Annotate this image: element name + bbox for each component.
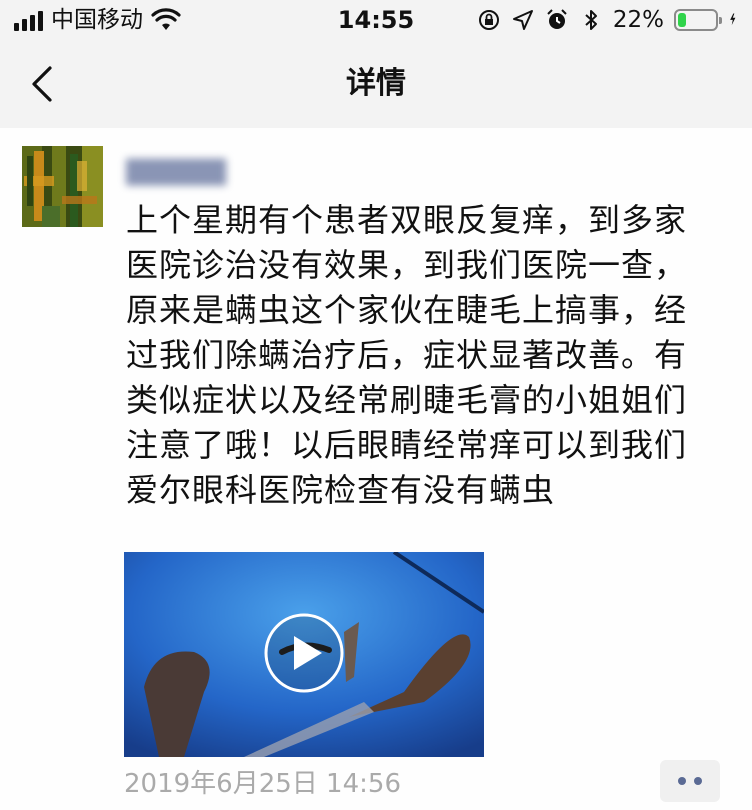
more-options-button[interactable]: [660, 760, 720, 802]
post-detail: ▇▇▇▇▇ 上个星期有个患者双眼反复痒，到多家 医院诊治没有效果，到我们医院一查…: [0, 128, 752, 810]
battery-level: [678, 13, 686, 27]
charging-icon: [730, 13, 736, 26]
status-right: 22%: [477, 6, 742, 34]
bluetooth-icon: [585, 10, 597, 30]
page-title: 详情: [346, 66, 406, 101]
more-dots-icon-dot: [694, 777, 702, 785]
location-icon: [512, 10, 533, 30]
avatar[interactable]: [22, 146, 103, 227]
battery-percent: 22%: [612, 7, 664, 33]
alarm-icon: [547, 9, 567, 29]
post-timestamp: 2019年6月25日 14:56: [124, 769, 401, 799]
video-frame: [124, 552, 484, 757]
status-bar: 中国移动 14:55 22%: [0, 0, 752, 40]
username[interactable]: ▇▇▇▇▇: [126, 154, 258, 188]
more-dots-icon: [678, 777, 686, 785]
video-thumbnail[interactable]: [124, 552, 484, 757]
navigation-bar: 详情: [0, 40, 752, 128]
orientation-lock-icon: [478, 10, 499, 30]
post-text: 上个星期有个患者双眼反复痒，到多家 医院诊治没有效果，到我们医院一查， 原来是螨…: [126, 201, 688, 509]
battery-icon: [674, 9, 722, 31]
